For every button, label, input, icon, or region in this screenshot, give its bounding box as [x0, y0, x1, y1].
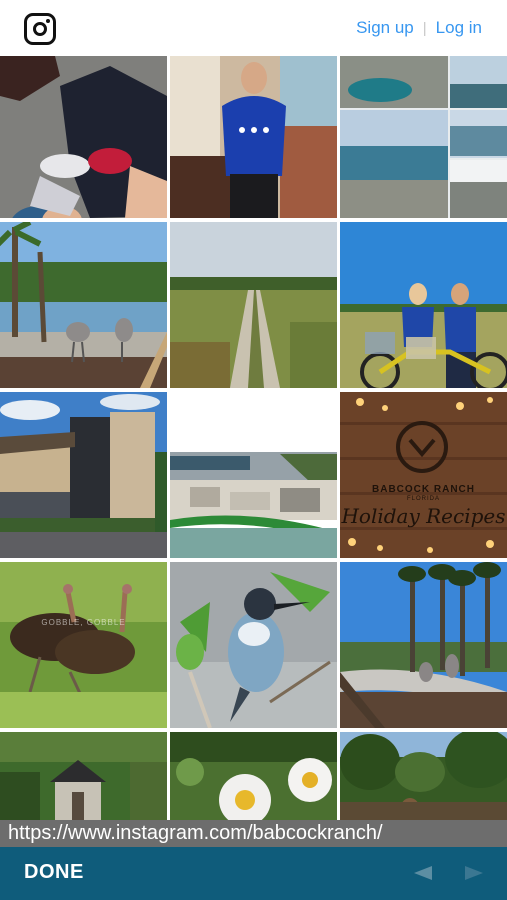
- top-bar: Sign up | Log in: [0, 0, 507, 56]
- photo-tile-path[interactable]: [170, 222, 337, 388]
- logo-dot: [46, 19, 50, 23]
- logo-lens: [33, 22, 47, 36]
- photo-tile-sneakers[interactable]: [0, 56, 167, 218]
- recipe-script-text: Holiday Recipes: [341, 504, 506, 528]
- auth-links: Sign up | Log in: [356, 18, 482, 38]
- photo-tile-turkeys[interactable]: GOBBLE, GOBBLE: [0, 562, 167, 728]
- recipe-brand-subtext: FLORIDA: [406, 496, 440, 502]
- photo-tile-cranes[interactable]: [0, 222, 167, 388]
- recipe-brand-text: BABCOCK RANCH: [372, 484, 475, 495]
- bottom-toolbar: DONE: [0, 847, 507, 900]
- photo-tile-daisies[interactable]: [170, 732, 337, 820]
- sign-up-link[interactable]: Sign up: [356, 18, 414, 38]
- photo-tile-man[interactable]: [170, 56, 337, 218]
- photo-tile-bikes[interactable]: [340, 222, 507, 388]
- photo-tile-palms[interactable]: [340, 562, 507, 728]
- instagram-logo-icon[interactable]: [24, 13, 56, 45]
- photo-tile-construction[interactable]: [170, 392, 337, 558]
- photo-tile-kingfisher[interactable]: [170, 562, 337, 728]
- photo-tile-trees[interactable]: [340, 732, 507, 820]
- photo-tile-holiday-recipes[interactable]: BABCOCK RANCH FLORIDA Holiday Recipes: [340, 392, 507, 558]
- instagram-webview: Sign up | Log in BABCOCK RANCH FLORIDA H…: [0, 0, 507, 900]
- back-arrow-icon[interactable]: [412, 863, 434, 883]
- url-bar: https://www.instagram.com/babcockranch/: [0, 820, 507, 847]
- auth-separator: |: [422, 19, 427, 37]
- done-button[interactable]: DONE: [24, 861, 84, 884]
- forward-arrow-icon[interactable]: [463, 863, 485, 883]
- photo-tile-chapel[interactable]: [0, 732, 167, 820]
- photo-tile-building[interactable]: [0, 392, 167, 558]
- photo-tile-aerial[interactable]: [340, 56, 507, 218]
- photo-grid: BABCOCK RANCH FLORIDA Holiday Recipes GO…: [0, 56, 507, 820]
- turkey-watermark-text: GOBBLE, GOBBLE: [41, 618, 126, 627]
- log-in-link[interactable]: Log in: [436, 18, 482, 38]
